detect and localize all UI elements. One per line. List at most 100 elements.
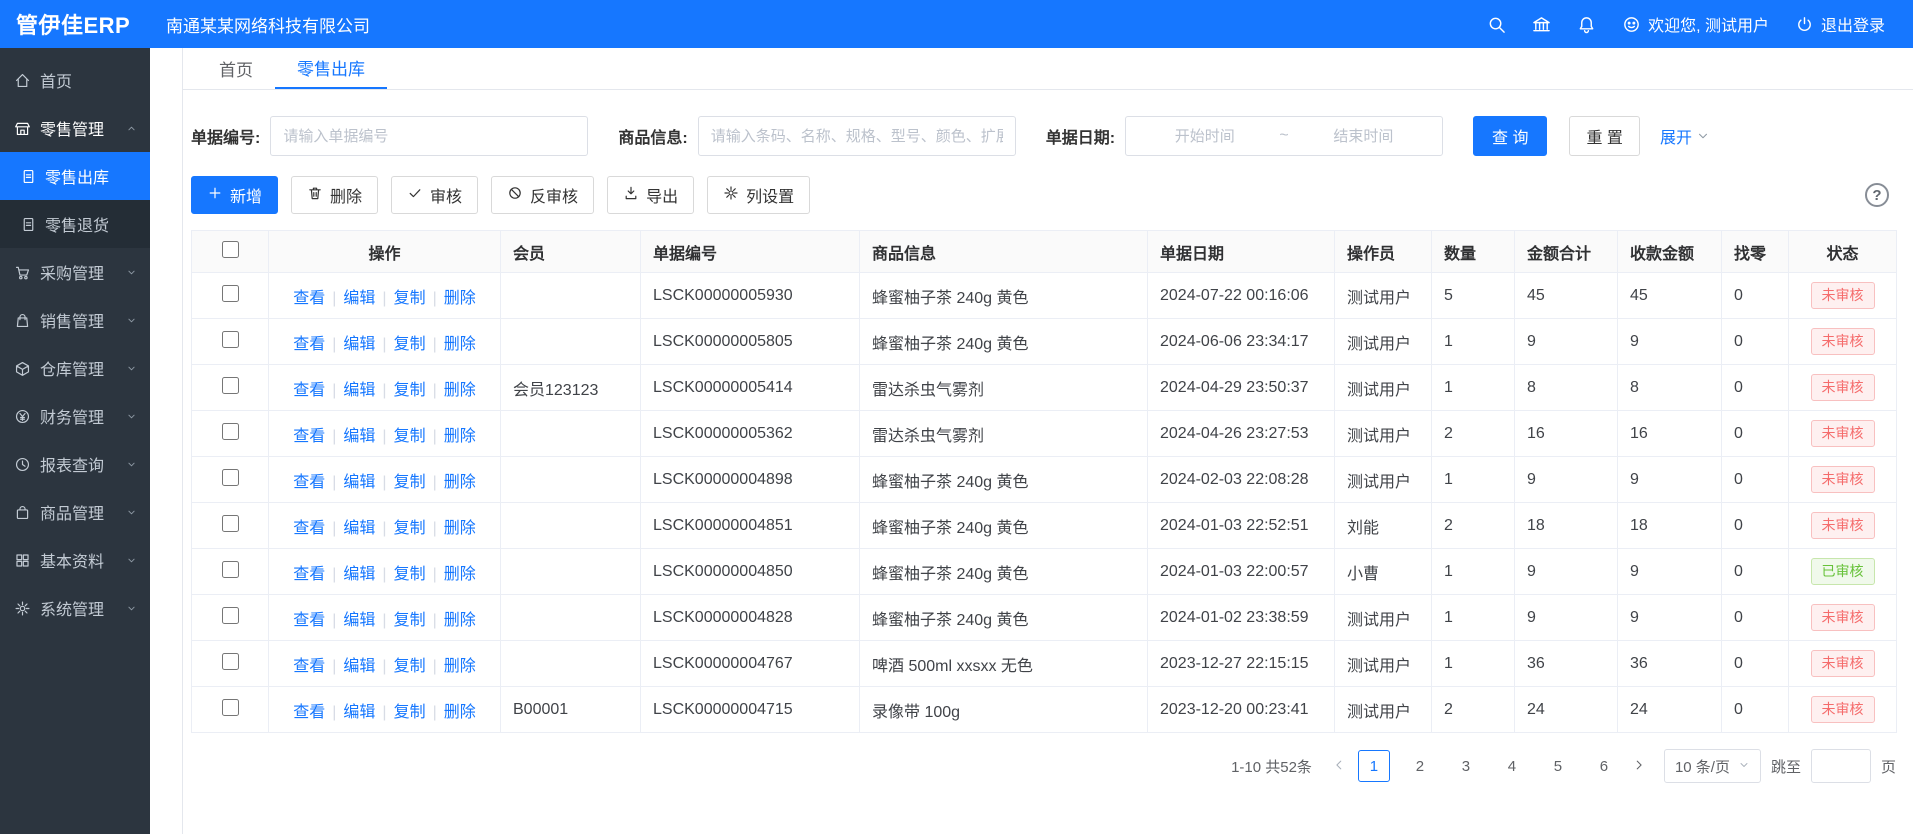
sidebar-subitem-retail-outbound[interactable]: 零售出库 <box>0 152 150 200</box>
delete-link[interactable]: 删除 <box>444 612 476 629</box>
column-settings-button[interactable]: 列设置 <box>707 176 810 214</box>
add-button[interactable]: 新增 <box>191 176 278 214</box>
copy-link[interactable]: 复制 <box>394 566 426 583</box>
view-link[interactable]: 查看 <box>293 474 325 491</box>
bank-icon[interactable] <box>1532 15 1551 34</box>
help-icon[interactable]: ? <box>1865 183 1889 207</box>
date-end-input[interactable] <box>1293 128 1434 145</box>
delete-button[interactable]: 删除 <box>291 176 378 214</box>
page-button-1[interactable]: 1 <box>1358 750 1390 782</box>
edit-link[interactable]: 编辑 <box>343 520 375 537</box>
row-checkbox[interactable] <box>222 469 239 486</box>
product-cell: 蜂蜜柚子茶 240g 黄色 <box>860 549 1148 595</box>
sidebar-item-warehouse[interactable]: 仓库管理 <box>0 344 150 392</box>
bell-icon[interactable] <box>1577 15 1596 34</box>
tab-retail-outbound[interactable]: 零售出库 <box>275 48 387 89</box>
logout-button[interactable]: 退出登录 <box>1795 12 1885 36</box>
sidebar-item-report[interactable]: 报表查询 <box>0 440 150 488</box>
edit-link[interactable]: 编辑 <box>343 336 375 353</box>
edit-link[interactable]: 编辑 <box>343 566 375 583</box>
bill-no-cell: LSCK00000004715 <box>641 687 860 733</box>
sidebar-item-purchase[interactable]: 采购管理 <box>0 248 150 296</box>
edit-link[interactable]: 编辑 <box>343 382 375 399</box>
copy-link[interactable]: 复制 <box>394 520 426 537</box>
row-checkbox[interactable] <box>222 331 239 348</box>
page-button-5[interactable]: 5 <box>1542 750 1574 782</box>
sidebar-item-finance[interactable]: 财务管理 <box>0 392 150 440</box>
copy-link[interactable]: 复制 <box>394 428 426 445</box>
edit-link[interactable]: 编辑 <box>343 428 375 445</box>
page-button-3[interactable]: 3 <box>1450 750 1482 782</box>
row-checkbox[interactable] <box>222 423 239 440</box>
sidebar-item-basic[interactable]: 基本资料 <box>0 536 150 584</box>
chevron-down-icon <box>1738 758 1750 775</box>
row-checkbox[interactable] <box>222 285 239 302</box>
delete-link[interactable]: 删除 <box>444 704 476 721</box>
sidebar-item-sales[interactable]: 销售管理 <box>0 296 150 344</box>
copy-link[interactable]: 复制 <box>394 474 426 491</box>
audit-button[interactable]: 审核 <box>391 176 478 214</box>
row-checkbox[interactable] <box>222 699 239 716</box>
unaudit-button[interactable]: 反审核 <box>491 176 594 214</box>
sidebar-subitem-retail-return[interactable]: 零售退货 <box>0 200 150 248</box>
view-link[interactable]: 查看 <box>293 428 325 445</box>
bill-no-input[interactable] <box>270 116 588 156</box>
sidebar-item-home[interactable]: 首页 <box>0 56 150 104</box>
copy-link[interactable]: 复制 <box>394 336 426 353</box>
column-header: 单据编号 <box>641 231 860 273</box>
view-link[interactable]: 查看 <box>293 290 325 307</box>
edit-link[interactable]: 编辑 <box>343 658 375 675</box>
sidebar-item-product[interactable]: 商品管理 <box>0 488 150 536</box>
view-link[interactable]: 查看 <box>293 612 325 629</box>
delete-link[interactable]: 删除 <box>444 290 476 307</box>
view-link[interactable]: 查看 <box>293 336 325 353</box>
welcome-user[interactable]: 欢迎您, 测试用户 <box>1622 12 1769 36</box>
view-link[interactable]: 查看 <box>293 704 325 721</box>
copy-link[interactable]: 复制 <box>394 290 426 307</box>
product-input[interactable] <box>698 116 1016 156</box>
prev-page-button[interactable] <box>1330 758 1348 775</box>
expand-toggle[interactable]: 展开 <box>1660 124 1710 148</box>
search-button[interactable]: 查 询 <box>1473 116 1547 156</box>
select-all-checkbox[interactable] <box>222 241 239 258</box>
page-button-6[interactable]: 6 <box>1588 750 1620 782</box>
sidebar-item-retail[interactable]: 零售管理 <box>0 104 150 152</box>
row-checkbox[interactable] <box>222 607 239 624</box>
sidebar-item-system[interactable]: 系统管理 <box>0 584 150 632</box>
row-checkbox[interactable] <box>222 377 239 394</box>
delete-link[interactable]: 删除 <box>444 382 476 399</box>
search-icon[interactable] <box>1487 15 1506 34</box>
date-start-input[interactable] <box>1134 128 1275 145</box>
export-button[interactable]: 导出 <box>607 176 694 214</box>
jump-page-input[interactable] <box>1811 749 1871 783</box>
copy-link[interactable]: 复制 <box>394 658 426 675</box>
view-link[interactable]: 查看 <box>293 520 325 537</box>
page-button-4[interactable]: 4 <box>1496 750 1528 782</box>
page-size-select[interactable]: 10 条/页 <box>1664 749 1761 783</box>
row-checkbox[interactable] <box>222 653 239 670</box>
delete-link[interactable]: 删除 <box>444 566 476 583</box>
edit-link[interactable]: 编辑 <box>343 474 375 491</box>
view-link[interactable]: 查看 <box>293 658 325 675</box>
edit-link[interactable]: 编辑 <box>343 290 375 307</box>
row-checkbox[interactable] <box>222 515 239 532</box>
page-button-2[interactable]: 2 <box>1404 750 1436 782</box>
date-range-picker[interactable]: ~ <box>1125 116 1443 156</box>
copy-link[interactable]: 复制 <box>394 704 426 721</box>
delete-link[interactable]: 删除 <box>444 336 476 353</box>
qty-cell: 2 <box>1432 411 1515 457</box>
view-link[interactable]: 查看 <box>293 566 325 583</box>
view-link[interactable]: 查看 <box>293 382 325 399</box>
row-checkbox[interactable] <box>222 561 239 578</box>
tab-home[interactable]: 首页 <box>197 48 275 89</box>
delete-link[interactable]: 删除 <box>444 520 476 537</box>
next-page-button[interactable] <box>1630 758 1648 775</box>
edit-link[interactable]: 编辑 <box>343 704 375 721</box>
copy-link[interactable]: 复制 <box>394 612 426 629</box>
delete-link[interactable]: 删除 <box>444 428 476 445</box>
delete-link[interactable]: 删除 <box>444 658 476 675</box>
copy-link[interactable]: 复制 <box>394 382 426 399</box>
edit-link[interactable]: 编辑 <box>343 612 375 629</box>
reset-button[interactable]: 重 置 <box>1569 116 1639 156</box>
delete-link[interactable]: 删除 <box>444 474 476 491</box>
